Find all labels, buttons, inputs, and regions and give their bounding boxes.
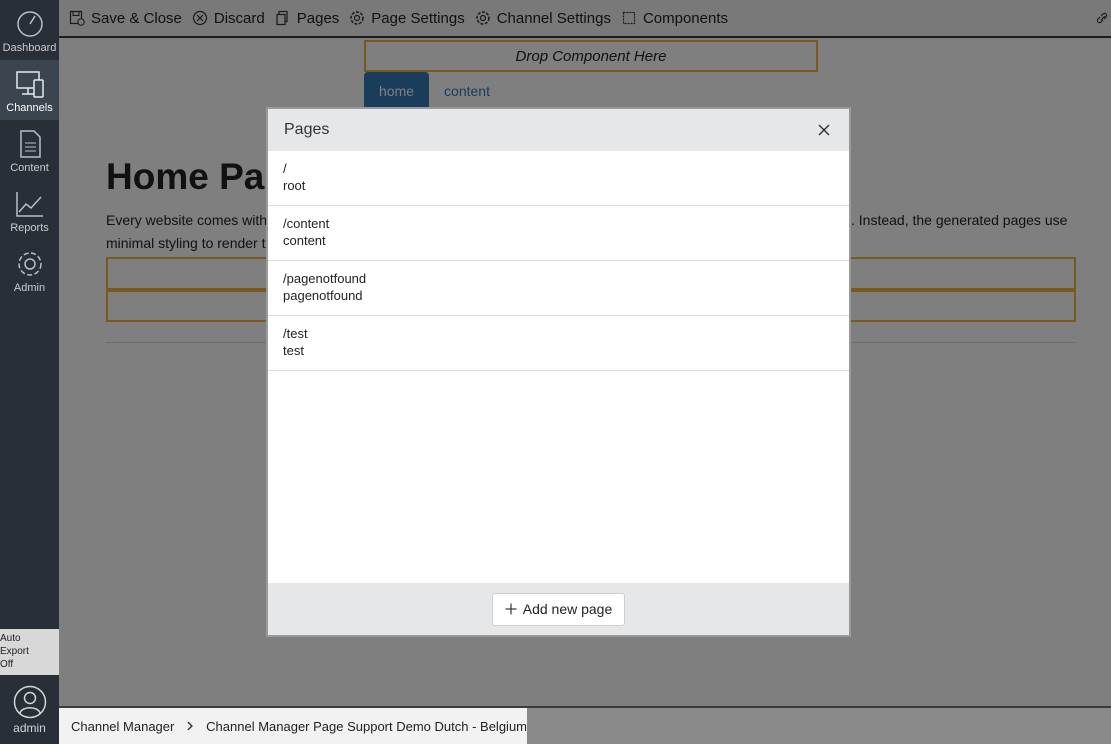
user-menu[interactable]: admin [0,675,59,744]
page-path: /content [283,216,330,231]
list-item[interactable]: /content content [268,206,849,261]
page-name: pagenotfound [283,288,363,303]
pages-dialog: Pages / root /content content /pagenotfo… [266,107,851,637]
breadcrumb-item-channel-manager[interactable]: Channel Manager [71,719,174,734]
auto-export-status: Off [0,659,14,670]
nav-item-content[interactable]: Content [0,120,59,180]
list-item[interactable]: /pagenotfound pagenotfound [268,261,849,316]
auto-export-label: Export [0,646,29,657]
breadcrumb-item-channel: Channel Manager Page Support Demo Dutch … [206,718,527,734]
footer-bar: Channel Manager Channel Manager Page Sup… [59,706,1111,744]
page-name: test [283,343,304,358]
page-path: /test [283,326,308,341]
dialog-header: Pages [268,109,849,151]
user-avatar-icon [13,685,46,719]
dashboard-icon [16,11,43,37]
gear-icon [17,252,42,276]
pages-list: / root /content content /pagenotfound pa… [268,151,849,583]
nav-label: Reports [10,222,49,234]
line-chart-icon [15,192,43,217]
breadcrumb: Channel Manager Channel Manager Page Sup… [59,708,527,744]
chevron-right-icon [187,721,194,731]
dialog-title: Pages [284,121,330,138]
page-path: /pagenotfound [283,271,367,286]
nav-item-admin[interactable]: Admin [0,240,59,300]
page-name: root [283,178,306,193]
auto-export-label: Auto [0,633,21,644]
dialog-footer: Add new page [268,583,849,635]
nav-item-dashboard[interactable]: Dashboard [0,0,59,60]
add-new-page-button[interactable]: Add new page [491,592,626,626]
nav-item-reports[interactable]: Reports [0,180,59,240]
close-icon[interactable] [817,123,831,137]
list-item[interactable]: / root [268,151,849,206]
list-item[interactable]: /test test [268,316,849,371]
page-name: content [283,233,326,248]
user-name: admin [13,721,46,735]
document-icon [19,130,41,158]
nav-label: Content [10,162,49,174]
auto-export-toggle[interactable]: Auto Export Off [0,629,59,675]
nav-label: Channels [6,102,53,114]
left-navigation: Dashboard Channels Content Reports Admin… [0,0,59,744]
nav-label: Admin [13,282,46,294]
devices-icon [15,71,44,98]
plus-icon [505,603,517,615]
add-new-page-label: Add new page [522,601,613,617]
nav-label: Dashboard [2,42,57,54]
nav-item-channels[interactable]: Channels [0,60,59,120]
page-path: / [283,161,287,176]
